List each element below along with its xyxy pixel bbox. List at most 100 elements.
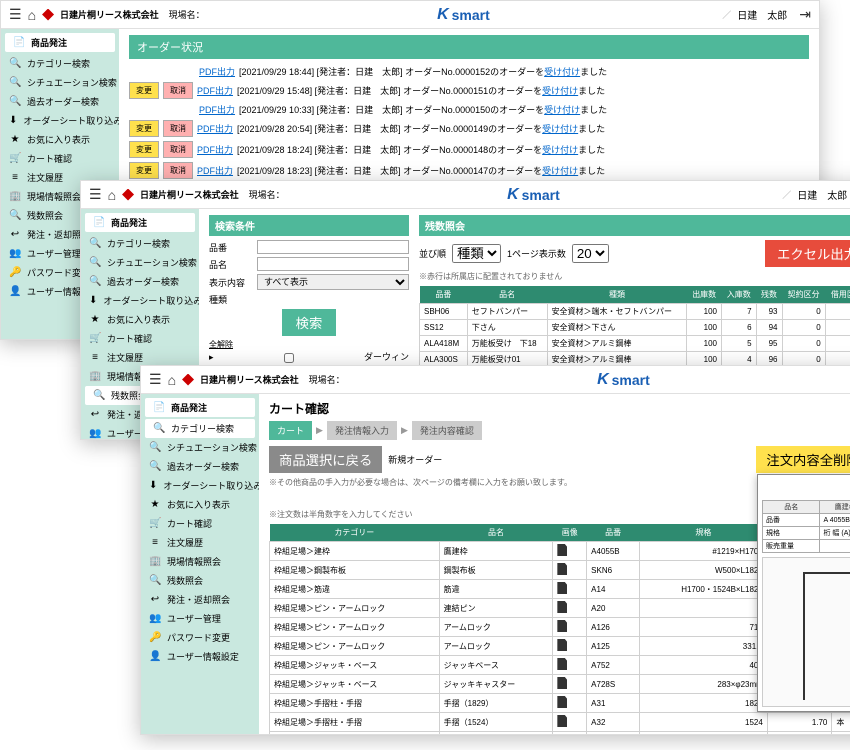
image-icon[interactable] [557,582,567,594]
step-confirm[interactable]: 発注内容確認 [412,421,482,440]
clear-cart-button[interactable]: 注文内容全削除 [756,446,850,473]
tree-checkbox[interactable] [218,353,360,363]
logout-icon[interactable]: ⇥ [799,6,811,23]
sidebar-item[interactable]: ⬇オーダーシート取り込み [1,111,119,130]
back-button[interactable]: 商品選択に戻る [269,446,382,473]
sidebar-icon: 👥 [149,613,161,624]
sidebar-item[interactable]: 🔍カテゴリー検索 [1,54,119,73]
sidebar-item[interactable]: 🔍シチュエーション検索 [81,253,199,272]
header: ☰ ⌂ 日建片桐リース株式会社 現場名： Ksmart ／ 日建 太郎 ⇥ [81,181,850,209]
image-icon[interactable] [557,696,567,708]
search-button[interactable]: 検索 [282,309,337,336]
home-icon[interactable]: ⌂ [28,7,36,23]
pdf-link[interactable]: PDF出力 [197,122,233,135]
menu-icon[interactable]: ☰ [89,186,102,203]
sidebar-icon: 🔍 [89,276,101,287]
sidebar-icon: ≡ [9,172,21,183]
image-icon[interactable] [557,544,567,556]
home-icon[interactable]: ⌂ [168,372,176,388]
sidebar-item[interactable]: 🔍過去オーダー検索 [1,92,119,111]
sidebar-item[interactable]: ↩発注・返却照会 [141,590,259,609]
sidebar-icon: 🔍 [93,390,105,401]
table-row[interactable]: S​S12下さん安全資材＞下さん10069400 [420,320,850,336]
home-icon[interactable]: ⌂ [108,187,116,203]
sidebar-item[interactable]: 🛒カート確認 [141,514,259,533]
excel-button[interactable]: エクセル出力 [765,240,850,267]
note: ※赤行は所属店に配置されておりません [419,271,850,282]
pdf-link[interactable]: PDF出力 [197,164,233,177]
step-cart[interactable]: カート [269,421,312,440]
cancel-button[interactable]: 取消 [163,162,193,179]
table-row[interactable]: SBH06セフトバンパー安全資材＞端木・セフトバンパー10079300 [420,304,850,320]
step-input[interactable]: 発注情報入力 [327,421,397,440]
image-icon[interactable] [557,620,567,632]
sidebar-item[interactable]: ★お気に入り表示 [81,310,199,329]
sidebar-item[interactable]: 🔍シチュエーション検索 [141,438,259,457]
change-button[interactable]: 変更 [129,162,159,179]
sidebar-icon: 🔍 [89,257,101,268]
sidebar-item[interactable]: 📄商品発注 [85,213,195,232]
change-button[interactable]: 変更 [129,82,159,99]
perpage-select[interactable]: 20 [572,244,609,263]
sidebar-item[interactable]: 📄商品発注 [5,33,115,52]
spec-table: 品名鷹建枠機スパン別適合荷重 品番A 4055B 規格桁 幅 (A)610mm … [762,500,850,553]
change-button[interactable]: 変更 [129,141,159,158]
sidebar-icon: 🔍 [9,96,21,107]
sidebar-item[interactable]: 🔑パスワード変更 [141,628,259,647]
sidebar-icon: 👥 [9,248,21,259]
table-row[interactable]: ALA418M万能板受け 下18安全資材＞アルミ鋼棒10059500 [420,336,850,352]
clear-link[interactable]: 全解除 [209,339,409,350]
sidebar-item[interactable]: ≡注文履歴 [141,533,259,552]
pdf-link[interactable]: PDF出力 [197,84,233,97]
page-title: カート確認 [269,400,850,417]
sidebar-icon: 🔍 [153,423,165,434]
company-name: 日建片桐リース株式会社 [200,373,299,386]
image-icon[interactable] [557,658,567,670]
sort-select[interactable]: 種類 [452,244,501,263]
logo-icon [182,374,194,386]
sidebar-item[interactable]: 🔍シチュエーション検索 [1,73,119,92]
menu-icon[interactable]: ☰ [9,6,22,23]
sidebar-icon: ⬇ [9,115,17,126]
pdf-link[interactable]: PDF出力 [199,103,235,116]
pdf-link[interactable]: PDF出力 [197,143,233,156]
tree-node[interactable]: ▸ダーウィン [209,350,409,365]
image-icon[interactable] [557,639,567,651]
sidebar-item[interactable]: 🔍過去オーダー検索 [141,457,259,476]
pdf-link[interactable]: PDF出力 [199,65,235,78]
sidebar-item[interactable]: 📄商品発注 [145,398,255,417]
hyoji-select[interactable]: すべて表示 [257,274,409,290]
sidebar-item[interactable]: 👥ユーザー管理 [141,609,259,628]
image-icon[interactable] [557,677,567,689]
sidebar-item[interactable]: 🔍残数照会 [141,571,259,590]
image-icon[interactable] [557,601,567,613]
sidebar-item[interactable]: ★お気に入り表示 [1,130,119,149]
image-icon[interactable] [557,563,567,575]
sidebar-icon: 👤 [149,651,161,662]
sidebar-item[interactable]: ⬇オーダーシート取り込み [81,291,199,310]
hinban-input[interactable] [257,240,409,254]
sidebar-icon: ⬇ [149,480,157,491]
sidebar-item[interactable]: 👤ユーザー情報設定 [141,647,259,666]
sidebar-icon: 👤 [9,286,21,297]
search-title: 検索条件 [209,215,409,236]
sidebar-item[interactable]: ⬇オーダーシート取り込み [141,476,259,495]
cancel-button[interactable]: 取消 [163,82,193,99]
change-button[interactable]: 変更 [129,120,159,137]
menu-icon[interactable]: ☰ [149,371,162,388]
product-diagram: 16.4 [762,557,850,707]
sidebar-item[interactable]: 🔍カテゴリー検索 [145,419,255,438]
sidebar-item[interactable]: 🛒カート確認 [1,149,119,168]
sidebar-item[interactable]: 🔍カテゴリー検索 [81,234,199,253]
hinmei-input[interactable] [257,257,409,271]
cancel-button[interactable]: 取消 [163,120,193,137]
expand-icon[interactable]: ▸ [209,350,214,365]
cancel-button[interactable]: 取消 [163,141,193,158]
sidebar-icon: 🏢 [149,556,161,567]
sidebar-item[interactable]: 🏢現場情報照会 [141,552,259,571]
brand-mark-icon: K [597,371,609,389]
image-icon[interactable] [557,715,567,727]
sidebar-item[interactable]: 🛒カート確認 [81,329,199,348]
sidebar-item[interactable]: ★お気に入り表示 [141,495,259,514]
sidebar-item[interactable]: 🔍過去オーダー検索 [81,272,199,291]
